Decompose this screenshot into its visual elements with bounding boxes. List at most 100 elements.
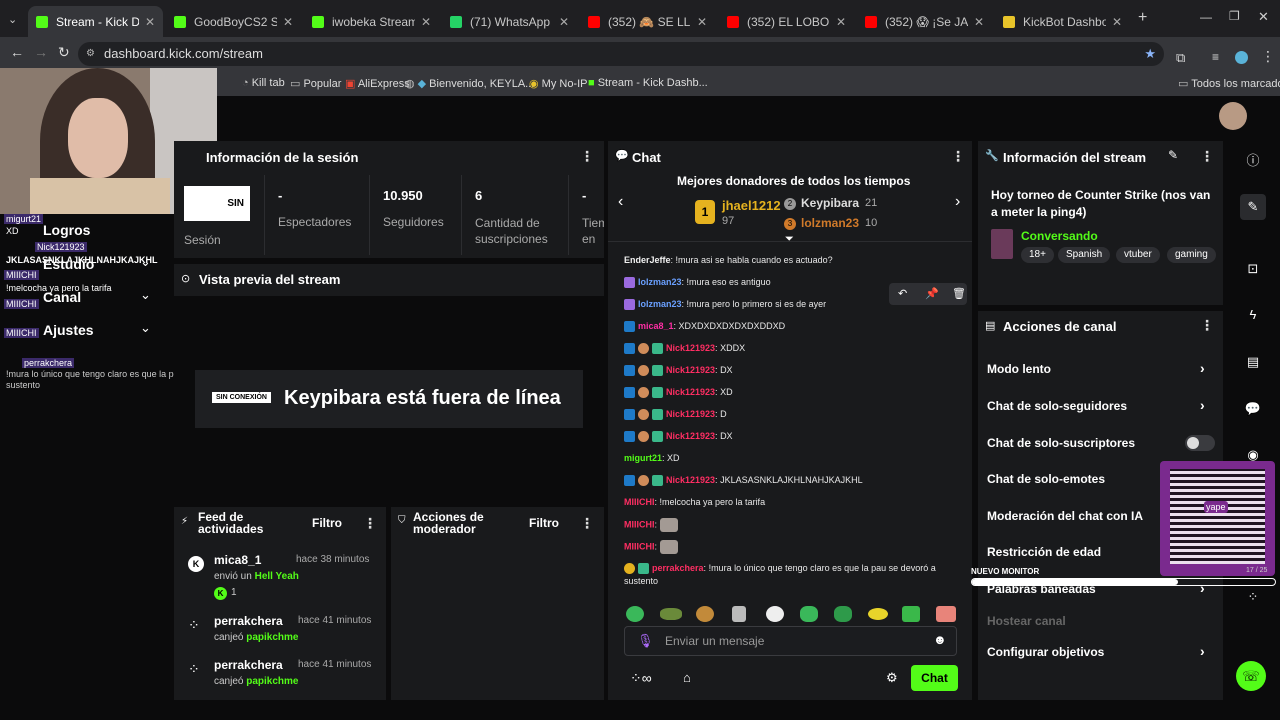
reply-icon[interactable]: ↶ [898,287,907,300]
chat-message[interactable]: lolzman23: !mura eso es antiguo [624,277,771,289]
emote-icon[interactable] [660,608,682,620]
bookmark-kick-dashboard[interactable]: ■ Stream - Kick Dashb... [588,77,708,89]
more-options-icon[interactable]: ⋮ [1200,148,1214,165]
action-emotes-only[interactable]: Chat de solo-emotes [987,472,1105,486]
close-tab-icon[interactable]: ✕ [1106,15,1122,29]
chevron-right-icon[interactable]: › [1200,397,1205,413]
donor-name[interactable]: jhael1212 [722,198,781,213]
chat-username[interactable]: Nick121923 [666,365,715,375]
delete-icon[interactable]: 🗑 [952,287,966,300]
emote-icon[interactable] [766,606,784,622]
browser-tab[interactable]: (71) WhatsApp ✕ [442,6,577,37]
close-tab-icon[interactable]: ✕ [277,15,293,29]
bookmark-kick-welcome[interactable]: ◍ ◆ Bienvenido, KEYLA... [405,77,534,90]
chat-message[interactable]: EnderJeffe: !mura asi se habla cuando es… [624,255,833,265]
settings-gear-icon[interactable]: ⚙ [886,670,898,686]
browser-tab[interactable]: (352) EL LOBO Y LA SOCIE✕ [719,6,854,37]
notes-icon[interactable]: ▤ [1240,349,1266,375]
action-ai-moderation[interactable]: Moderación del chat con IA [987,509,1143,523]
chat-icon[interactable]: 💬 [1240,396,1266,422]
edit-pencil-icon[interactable]: ✎ [1168,148,1178,162]
chevron-right-icon[interactable]: › [1200,360,1205,376]
chat-message[interactable]: Nick121923: XD [624,387,733,399]
subscribers-only-toggle[interactable] [1185,435,1215,451]
feed-user[interactable]: perrakchera [214,614,283,628]
chat-username[interactable]: Nick121923 [666,431,715,441]
site-info-icon[interactable]: ⚙ [86,42,95,66]
feed-filter-button[interactable]: Filtro [312,516,342,530]
chat-message[interactable]: Nick121923: XDDX [624,343,745,355]
feed-user[interactable]: perrakchera [214,658,283,672]
chat-username[interactable]: MIIICHI [624,497,655,507]
chat-message[interactable]: Nick121923: D [624,409,727,421]
chat-username[interactable]: EnderJeffe [624,255,671,265]
browser-tab[interactable]: (352) 😱 ¡Se JALAN FONC✕ [857,6,992,37]
profile-avatar[interactable] [1235,51,1248,64]
emote-icon[interactable] [696,606,714,622]
chat-message[interactable]: mica8_1: XDXDXDXDXDXDXDDXD [624,321,785,333]
emote-icon[interactable] [800,606,818,622]
close-tab-icon[interactable]: ✕ [968,15,984,29]
scan-icon[interactable]: ⊡ [1240,256,1266,282]
new-tab-button[interactable]: + [1138,9,1147,27]
address-bar[interactable]: ⚙ dashboard.kick.com/stream ★ [78,42,1164,66]
apps-icon[interactable]: ⁘ [1240,584,1266,610]
bookmark-kill-tab[interactable]: ◔ Kill tab [242,77,285,89]
broadcast-icon[interactable]: ◉ [1240,442,1266,468]
chat-message[interactable]: Nick121923: DX [624,365,733,377]
chat-username[interactable]: Nick121923 [666,387,715,397]
bookmark-star-icon[interactable]: ★ [1144,42,1156,66]
send-chat-button[interactable]: Chat [911,665,958,691]
tag-spanish[interactable]: Spanish [1058,247,1111,263]
maximize-window-icon[interactable]: ❐ [1229,9,1240,23]
chevron-right-icon[interactable]: › [955,193,960,211]
emote-icon[interactable] [626,606,644,622]
more-options-icon[interactable]: ⋮ [580,148,594,165]
reload-icon[interactable]: ↻ [58,44,70,61]
feed-user[interactable]: mica8_1 [214,553,261,567]
action-subscribers-only[interactable]: Chat de solo-suscriptores [987,436,1135,450]
emote-icon[interactable] [902,606,920,622]
points-icon[interactable]: ⁘∞ [630,670,652,687]
chat-username[interactable]: mica8_1 [638,321,674,331]
donor-name[interactable]: Keypibara [801,196,859,210]
pin-icon[interactable]: 📌 [925,287,939,300]
close-tab-icon[interactable]: ✕ [553,15,569,29]
chat-message[interactable]: lolzman23: !mura pero lo primero si es d… [624,299,826,311]
chevron-left-icon[interactable]: ‹ [618,193,623,211]
tag-18plus[interactable]: 18+ [1021,247,1054,263]
chat-message[interactable]: Nick121923: DX [624,431,733,443]
close-window-icon[interactable]: ✕ [1258,9,1269,25]
chat-username[interactable]: MIIICHI [624,541,655,551]
close-tab-icon[interactable]: ✕ [830,15,846,29]
microphone-icon[interactable]: 🎙 [637,633,654,649]
emote-icon[interactable] [868,608,888,620]
tab-search-chevron-icon[interactable]: ⌄ [8,13,17,26]
bookmark-no-ip[interactable]: ◉ My No-IP [529,77,588,90]
chat-username[interactable]: lolzman23 [638,299,682,309]
chat-message[interactable]: MIIICHI: [624,518,678,532]
browser-menu-icon[interactable]: ⋮ [1261,48,1275,65]
extensions-icon[interactable]: ⧉ [1176,50,1185,66]
media-icon[interactable]: ≡ [1212,50,1219,64]
chat-username[interactable]: Nick121923 [666,343,715,353]
collapse-icon[interactable]: ⏷ [785,233,794,246]
chat-username[interactable]: MIIICHI [624,519,655,529]
bookmark-all[interactable]: ▭ Todos los marcadores [1178,77,1280,90]
action-slow-mode[interactable]: Modo lento [987,362,1051,376]
edit-icon[interactable]: ✎ [1240,194,1266,220]
back-icon[interactable]: ← [10,44,24,60]
chat-username[interactable]: Nick121923 [666,409,715,419]
browser-tab[interactable]: (352) 🙈 SE LLEVAN CAR✕ [580,6,715,37]
minimize-window-icon[interactable]: — [1200,10,1212,24]
chat-message[interactable]: Nick121923: JKLASASNKLAJKHLNAHJKAJKHL [624,475,863,487]
chat-message[interactable]: perrakchera: !mura lo único que tengo cl… [624,563,936,575]
more-options-icon[interactable]: ⋮ [1200,317,1214,334]
modactions-filter-button[interactable]: Filtro [529,516,559,530]
chat-input[interactable]: Enviar un mensaje [665,634,764,648]
action-followers-only[interactable]: Chat de solo-seguidores [987,399,1127,413]
tag-gaming[interactable]: gaming [1167,247,1216,263]
browser-tab[interactable]: iwobeka Stream - Watch l✕ [304,6,439,37]
more-options-icon[interactable]: ⋮ [363,515,377,532]
lightning-icon[interactable]: ϟ [1240,302,1266,328]
